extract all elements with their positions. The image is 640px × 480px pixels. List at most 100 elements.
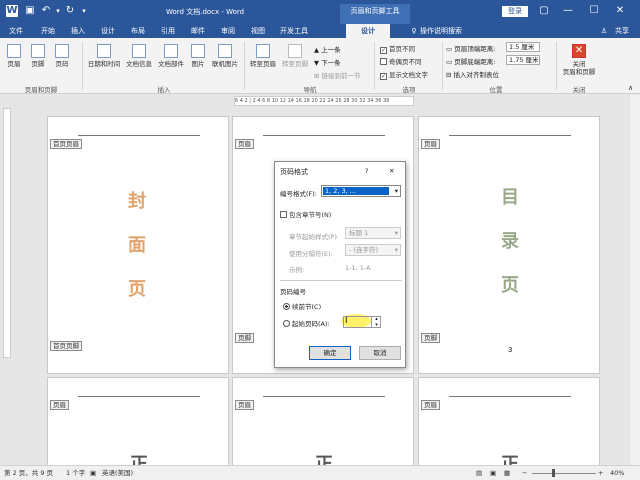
lightbulb-icon: ♀ [411, 27, 417, 35]
goto-footer-label: 转至页脚 [282, 60, 308, 68]
divider [280, 280, 402, 281]
maximize-icon[interactable]: ☐ [588, 5, 600, 17]
header-rule-line [263, 396, 385, 397]
page-count[interactable]: 第 2 页，共 9 页 [4, 466, 53, 480]
start-at-spinner[interactable]: ▴ ▾ [371, 316, 381, 328]
header-button[interactable]: 页眉 [4, 44, 24, 68]
zoom-level[interactable]: 40% [610, 466, 624, 480]
checkbox-unchecked-icon [280, 211, 287, 218]
zoom-slider[interactable] [532, 473, 596, 474]
zoom-slider-thumb[interactable] [552, 469, 555, 477]
share-person-icon: ♙ [600, 27, 608, 35]
page-5[interactable]: 页眉 正 [232, 377, 414, 465]
cover-char-2: 面 [128, 235, 146, 256]
chevron-down-icon: ▾ [394, 187, 398, 195]
login-button[interactable]: 登录 [502, 6, 528, 17]
help-button[interactable]: ? [365, 167, 368, 175]
ribbon-display-icon[interactable]: ▢ [538, 5, 550, 17]
previous-button[interactable]: ▲ 上一条 [314, 44, 341, 54]
footer-distance-input[interactable]: 1.75 厘米 [506, 55, 540, 65]
quick-parts-button[interactable]: 文档部件 [156, 44, 186, 68]
page-number-button[interactable]: 页码 [52, 44, 72, 68]
tab-developer[interactable]: 开发工具 [274, 24, 314, 38]
tab-file[interactable]: 文件 [2, 24, 30, 38]
goto-footer-button[interactable]: 转至页脚 [280, 44, 310, 68]
goto-header-button[interactable]: 转至页眉 [248, 44, 278, 68]
zoom-out-button[interactable]: − [522, 466, 527, 480]
format-select[interactable]: 1, 2, 3, ... ▾ [321, 185, 401, 197]
undo-dropdown-icon[interactable]: ▾ [52, 5, 64, 17]
ribbon: 页眉 页脚 页码 页眉和页脚 日期和时间 文档信息 文档部件 图片 联机图片 插… [0, 38, 640, 94]
date-time-button[interactable]: 日期和时间 [86, 44, 122, 68]
online-picture-label: 联机图片 [212, 60, 238, 68]
web-layout-icon[interactable]: ▦ [504, 466, 510, 480]
page-4[interactable]: 页眉 正 [47, 377, 229, 465]
vertical-ruler[interactable] [3, 108, 11, 358]
vertical-scrollbar[interactable] [630, 95, 640, 465]
start-at-label: 起始页码(A): [292, 320, 330, 328]
header-distance-input[interactable]: 1.5 厘米 [506, 42, 540, 52]
separator-label: 使用分隔符(E): [289, 250, 333, 258]
different-first-page-checkbox[interactable]: ✓ 首页不同 [380, 43, 415, 54]
start-at-radio[interactable]: 起始页码(A): [283, 318, 330, 328]
continue-radio[interactable]: 续前节(C) [283, 301, 321, 311]
page-number-button-label: 页码 [55, 60, 69, 68]
tell-me-search[interactable]: 操作说明搜索 [420, 24, 476, 38]
horizontal-ruler[interactable]: 6 4 2 | 2 4 6 8 10 12 14 16 18 20 22 24 … [234, 96, 414, 106]
next-button[interactable]: ▼ 下一条 [314, 57, 341, 67]
cancel-button[interactable]: 取消 [359, 346, 401, 360]
picture-icon [191, 44, 205, 58]
doc-info-button[interactable]: 文档信息 [124, 44, 154, 68]
insert-align-tab-button[interactable]: ⊟ 插入对齐制表位 [446, 69, 499, 79]
share-button[interactable]: 共享 [610, 24, 634, 38]
tab-design[interactable]: 设计 [94, 24, 122, 38]
close-header-footer-label: 关闭 页眉和页脚 [562, 60, 596, 76]
page-toc[interactable]: 页眉 目 录 页 页脚 3 [418, 116, 600, 374]
different-odd-even-checkbox[interactable]: 奇偶页不同 [380, 56, 422, 66]
goto-footer-icon [288, 44, 302, 58]
close-header-footer-button[interactable]: ✕ 关闭 页眉和页脚 [560, 44, 598, 76]
collapse-ribbon-icon[interactable]: ∧ [628, 84, 633, 92]
tab-home[interactable]: 开始 [34, 24, 62, 38]
separator-select[interactable]: - (连字符) ▾ [345, 244, 401, 256]
page-6[interactable]: 页眉 正 [418, 377, 600, 465]
print-layout-icon[interactable]: ▣ [490, 466, 496, 480]
tab-mailings[interactable]: 邮件 [184, 24, 212, 38]
read-mode-icon[interactable]: ▤ [476, 466, 482, 480]
ok-button[interactable]: 确定 [309, 346, 351, 360]
include-chapter-checkbox[interactable]: 包含章节号(N) [280, 209, 331, 219]
tab-insert[interactable]: 插入 [64, 24, 92, 38]
tab-review[interactable]: 审阅 [214, 24, 242, 38]
tab-view[interactable]: 视图 [244, 24, 272, 38]
header-tag: 页眉 [421, 139, 440, 149]
undo-icon[interactable]: ↶ [40, 5, 52, 17]
page-cover[interactable]: 首页页眉 封 面 页 首页页脚 [47, 116, 229, 374]
cover-char-3: 页 [128, 279, 146, 300]
calendar-icon [97, 44, 111, 58]
zoom-in-button[interactable]: + [598, 466, 603, 480]
link-icon: ⊞ [314, 72, 322, 80]
chapter-style-value: 标题 1 [349, 229, 369, 237]
header-rule-line [449, 396, 571, 397]
show-document-text-checkbox[interactable]: ✓ 显示文档文字 [380, 69, 428, 80]
tab-layout[interactable]: 布局 [124, 24, 152, 38]
tab-references[interactable]: 引用 [154, 24, 182, 38]
word-count[interactable]: 1 个字 [66, 466, 85, 480]
dialog-close-button[interactable]: ✕ [389, 167, 394, 175]
checkbox-checked-icon: ✓ [380, 47, 387, 54]
chapter-style-select[interactable]: 标题 1 ▾ [345, 227, 401, 239]
close-window-icon[interactable]: ✕ [614, 5, 626, 17]
proofing-icon[interactable]: ▣ [90, 466, 96, 480]
picture-button[interactable]: 图片 [188, 44, 208, 68]
status-bar: 第 2 页，共 9 页 1 个字 ▣ 英语(美国) ▤ ▣ ▦ − + 40% [0, 465, 640, 480]
link-to-previous-button[interactable]: ⊞ 链接到前一节 [314, 70, 361, 80]
customize-qat-icon[interactable]: ▾ [78, 5, 90, 17]
redo-icon[interactable]: ↻ [64, 5, 76, 17]
minimize-icon[interactable]: — [562, 5, 574, 17]
group-label-insert: 插入 [157, 86, 171, 94]
footer-button[interactable]: 页脚 [28, 44, 48, 68]
online-picture-button[interactable]: 联机图片 [210, 44, 240, 68]
language[interactable]: 英语(美国) [102, 466, 133, 480]
save-icon[interactable]: ▣ [24, 5, 36, 17]
tab-header-footer-design[interactable]: 设计 [346, 24, 390, 38]
